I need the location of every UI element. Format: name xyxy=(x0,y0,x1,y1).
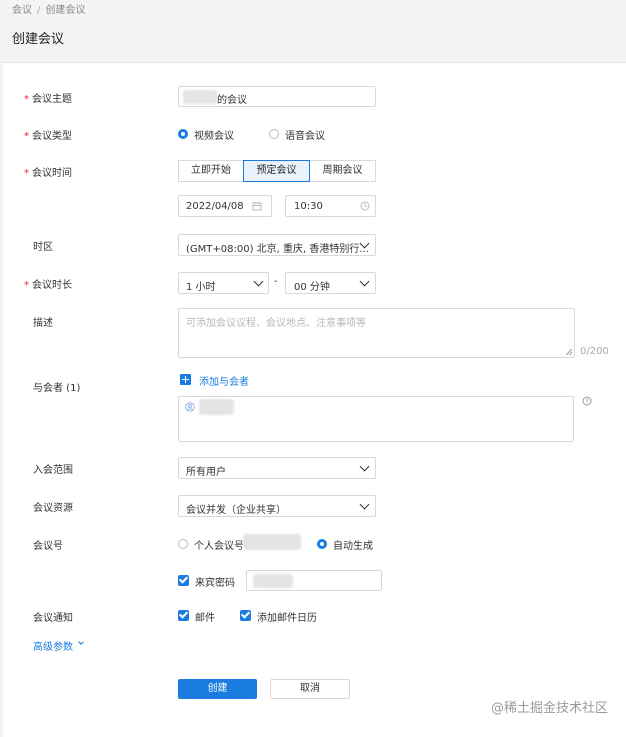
hours-value: 1 小时 xyxy=(186,282,216,293)
description-counter: 0/200 xyxy=(580,346,609,357)
join-scope-select[interactable]: 所有用户 xyxy=(178,457,376,479)
help-icon[interactable]: ? xyxy=(582,396,592,406)
type-label: * 会议类型 xyxy=(24,131,72,142)
chevron-down-icon xyxy=(359,276,370,287)
svg-text:?: ? xyxy=(585,398,589,406)
video-radio-label[interactable]: 视频会议 xyxy=(194,127,234,142)
create-button[interactable]: 创建 xyxy=(178,679,257,699)
page-title: 创建会议 xyxy=(12,32,65,47)
add-attendee-link[interactable]: 添加与会者 xyxy=(199,373,249,388)
resource-value: 会议并发（企业共享） xyxy=(186,505,286,516)
attendee-box[interactable] xyxy=(178,396,574,442)
duration-minutes-select[interactable]: 00 分钟 xyxy=(285,272,376,294)
guest-password-label[interactable]: 来宾密码 xyxy=(195,574,235,589)
join-scope-label: 入会范围 xyxy=(33,465,73,476)
advanced-params-link[interactable]: 高级参数 xyxy=(33,638,73,653)
resource-label: 会议资源 xyxy=(33,503,73,514)
time-label: * 会议时间 xyxy=(24,168,72,179)
description-placeholder: 可添加会议议程、会议地点、注意事项等 xyxy=(186,318,366,329)
attendees-label: 与会者 (1) xyxy=(33,383,81,394)
minutes-value: 00 分钟 xyxy=(294,282,330,293)
description-label: 描述 xyxy=(33,318,53,329)
breadcrumb-current: 创建会议 xyxy=(45,5,86,16)
email-checkbox[interactable] xyxy=(178,610,189,621)
time-value: 10:30 xyxy=(294,201,323,212)
timezone-label: 时区 xyxy=(33,242,53,253)
personal-id-radio[interactable] xyxy=(178,539,188,549)
cancel-button[interactable]: 取消 xyxy=(270,679,350,699)
timezone-select[interactable]: (GMT+08:00) 北京, 重庆, 香港特别行... xyxy=(178,234,376,256)
mode-recurring-button[interactable]: 周期会议 xyxy=(309,160,376,182)
create-meeting-form: * 会议主题 的会议 * 会议类型 视频会议 语音会议 * 会议时间 立即开始 预定会… xyxy=(3,62,626,737)
guest-password-checkbox[interactable] xyxy=(178,575,189,586)
mode-instant-button[interactable]: 立即开始 xyxy=(178,160,244,182)
calendar-checkbox-label[interactable]: 添加邮件日历 xyxy=(257,609,317,624)
resize-handle-icon[interactable] xyxy=(566,349,572,355)
calendar-checkbox[interactable] xyxy=(240,610,251,621)
video-radio[interactable] xyxy=(178,129,188,139)
timezone-value: (GMT+08:00) 北京, 重庆, 香港特别行... xyxy=(186,244,369,255)
duration-hours-select[interactable]: 1 小时 xyxy=(178,272,269,294)
guest-password-input[interactable] xyxy=(246,570,382,591)
duration-label: * 会议时长 xyxy=(24,280,72,291)
subject-label: * 会议主题 xyxy=(24,94,72,105)
redacted-name xyxy=(183,90,217,104)
personal-id-label[interactable]: 个人会议号 xyxy=(194,537,244,552)
resource-select[interactable]: 会议并发（企业共享） xyxy=(178,495,376,517)
audio-radio-label[interactable]: 语音会议 xyxy=(285,127,325,142)
description-textarea[interactable]: 可添加会议议程、会议地点、注意事项等 xyxy=(178,308,575,358)
time-picker[interactable]: 10:30 xyxy=(285,195,376,217)
chevron-down-icon xyxy=(359,461,370,472)
chevron-down-icon xyxy=(78,639,84,645)
audio-radio[interactable] xyxy=(269,129,279,139)
required-mark: * xyxy=(24,168,29,179)
redacted-meeting-id xyxy=(243,534,301,550)
auto-generate-radio[interactable] xyxy=(317,539,327,549)
clock-icon xyxy=(360,201,370,211)
date-value: 2022/04/08 xyxy=(186,201,244,212)
redacted-attendee xyxy=(199,399,234,415)
email-checkbox-label[interactable]: 邮件 xyxy=(195,609,215,624)
duration-dash: - xyxy=(274,276,278,287)
subject-input[interactable]: 的会议 xyxy=(178,86,376,107)
required-mark: * xyxy=(24,94,29,105)
subject-value: 的会议 xyxy=(217,95,247,106)
auto-generate-label[interactable]: 自动生成 xyxy=(333,537,373,552)
breadcrumb: 会议 / 创建会议 xyxy=(12,1,85,16)
meeting-id-label: 会议号 xyxy=(33,541,63,552)
breadcrumb-separator: / xyxy=(37,5,41,16)
required-mark: * xyxy=(24,131,29,142)
notify-label: 会议通知 xyxy=(33,613,73,624)
join-scope-value: 所有用户 xyxy=(186,467,226,478)
chevron-down-icon xyxy=(359,499,370,510)
calendar-icon xyxy=(252,202,262,211)
chevron-down-icon xyxy=(253,276,264,287)
date-picker[interactable]: 2022/04/08 xyxy=(178,195,272,217)
watermark: @稀土掘金技术社区 xyxy=(490,701,608,716)
plus-icon[interactable] xyxy=(180,374,191,385)
redacted-password xyxy=(253,574,293,588)
user-icon xyxy=(185,402,195,412)
required-mark: * xyxy=(24,280,29,291)
mode-scheduled-button[interactable]: 预定会议 xyxy=(243,160,310,182)
breadcrumb-parent[interactable]: 会议 xyxy=(12,5,32,16)
